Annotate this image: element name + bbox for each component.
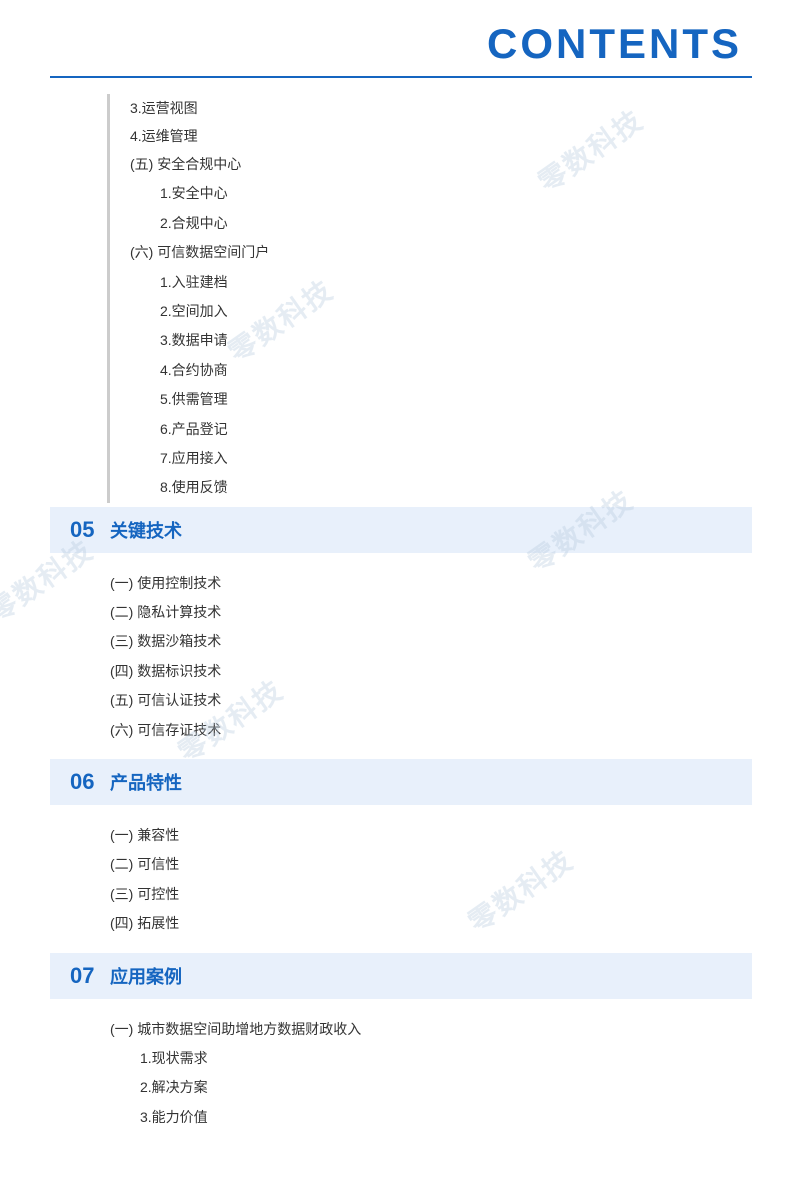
section-07-group-1-label: (一) 城市数据空间助增地方数据财政收入 — [110, 1015, 752, 1044]
section-06-item-1: (一) 兼容性 — [110, 821, 752, 850]
section-07-items: (一) 城市数据空间助增地方数据财政收入 1.现状需求 2.解决方案 3.能力价… — [50, 1009, 752, 1143]
section-06-title: 产品特性 — [110, 769, 182, 795]
section-05-item-1: (一) 使用控制技术 — [110, 569, 752, 598]
section-06-header: 06 产品特性 — [50, 759, 752, 805]
section-07: 07 应用案例 (一) 城市数据空间助增地方数据财政收入 1.现状需求 2.解决… — [50, 953, 752, 1143]
group-6-child-8: 8.使用反馈 — [160, 473, 752, 502]
group-6-child-5: 5.供需管理 — [160, 385, 752, 414]
section-05-number: 05 — [70, 517, 98, 543]
group-6-label: (六) 可信数据空间门户 — [130, 238, 752, 267]
section-05-title: 关键技术 — [110, 517, 182, 543]
page-title: CONTENTS — [487, 20, 742, 67]
section-05-item-4: (四) 数据标识技术 — [110, 657, 752, 686]
group-5-label: (五) 安全合规中心 — [130, 150, 752, 179]
section-06-item-3: (三) 可控性 — [110, 880, 752, 909]
top-item-4: 4.运维管理 — [130, 122, 752, 150]
section-05-header: 05 关键技术 — [50, 507, 752, 553]
section-07-header: 07 应用案例 — [50, 953, 752, 999]
section-06-item-2: (二) 可信性 — [110, 850, 752, 879]
group-6-child-1: 1.入驻建档 — [160, 268, 752, 297]
header-divider — [50, 76, 752, 78]
section-05-items: (一) 使用控制技术 (二) 隐私计算技术 (三) 数据沙箱技术 (四) 数据标… — [50, 563, 752, 755]
section-07-child-1: 1.现状需求 — [140, 1044, 752, 1073]
group-6-child-2: 2.空间加入 — [160, 297, 752, 326]
section-05-item-3: (三) 数据沙箱技术 — [110, 627, 752, 656]
section-07-child-3: 3.能力价值 — [140, 1103, 752, 1132]
contents-header: CONTENTS — [50, 20, 752, 68]
group-6-child-4: 4.合约协商 — [160, 356, 752, 385]
group-6-children: 1.入驻建档 2.空间加入 3.数据申请 4.合约协商 5.供需管理 6.产品登… — [160, 268, 752, 503]
section-07-title: 应用案例 — [110, 963, 182, 989]
group-6-child-3: 3.数据申请 — [160, 326, 752, 355]
section-05-item-5: (五) 可信认证技术 — [110, 686, 752, 715]
top-item-3: 3.运营视图 — [130, 94, 752, 122]
page-container: 零数科技 零数科技 零数科技 零数科技 零数科技 零数科技 CONTENTS 3… — [0, 0, 802, 1186]
section-06-items: (一) 兼容性 (二) 可信性 (三) 可控性 (四) 拓展性 — [50, 815, 752, 949]
group-6-child-7: 7.应用接入 — [160, 444, 752, 473]
group-5-child-1: 1.安全中心 — [160, 179, 752, 208]
section-07-number: 07 — [70, 963, 98, 989]
section-05: 05 关键技术 (一) 使用控制技术 (二) 隐私计算技术 (三) 数据沙箱技术… — [50, 507, 752, 755]
group-6-child-6: 6.产品登记 — [160, 415, 752, 444]
section-05-item-2: (二) 隐私计算技术 — [110, 598, 752, 627]
section-06-number: 06 — [70, 769, 98, 795]
section-06: 06 产品特性 (一) 兼容性 (二) 可信性 (三) 可控性 (四) 拓展性 — [50, 759, 752, 949]
group-5-children: 1.安全中心 2.合规中心 — [160, 179, 752, 238]
section-07-group-1-children: 1.现状需求 2.解决方案 3.能力价值 — [140, 1044, 752, 1132]
group-5-child-2: 2.合规中心 — [160, 209, 752, 238]
section-05-item-6: (六) 可信存证技术 — [110, 716, 752, 745]
section-07-child-2: 2.解决方案 — [140, 1073, 752, 1102]
section-06-item-4: (四) 拓展性 — [110, 909, 752, 938]
